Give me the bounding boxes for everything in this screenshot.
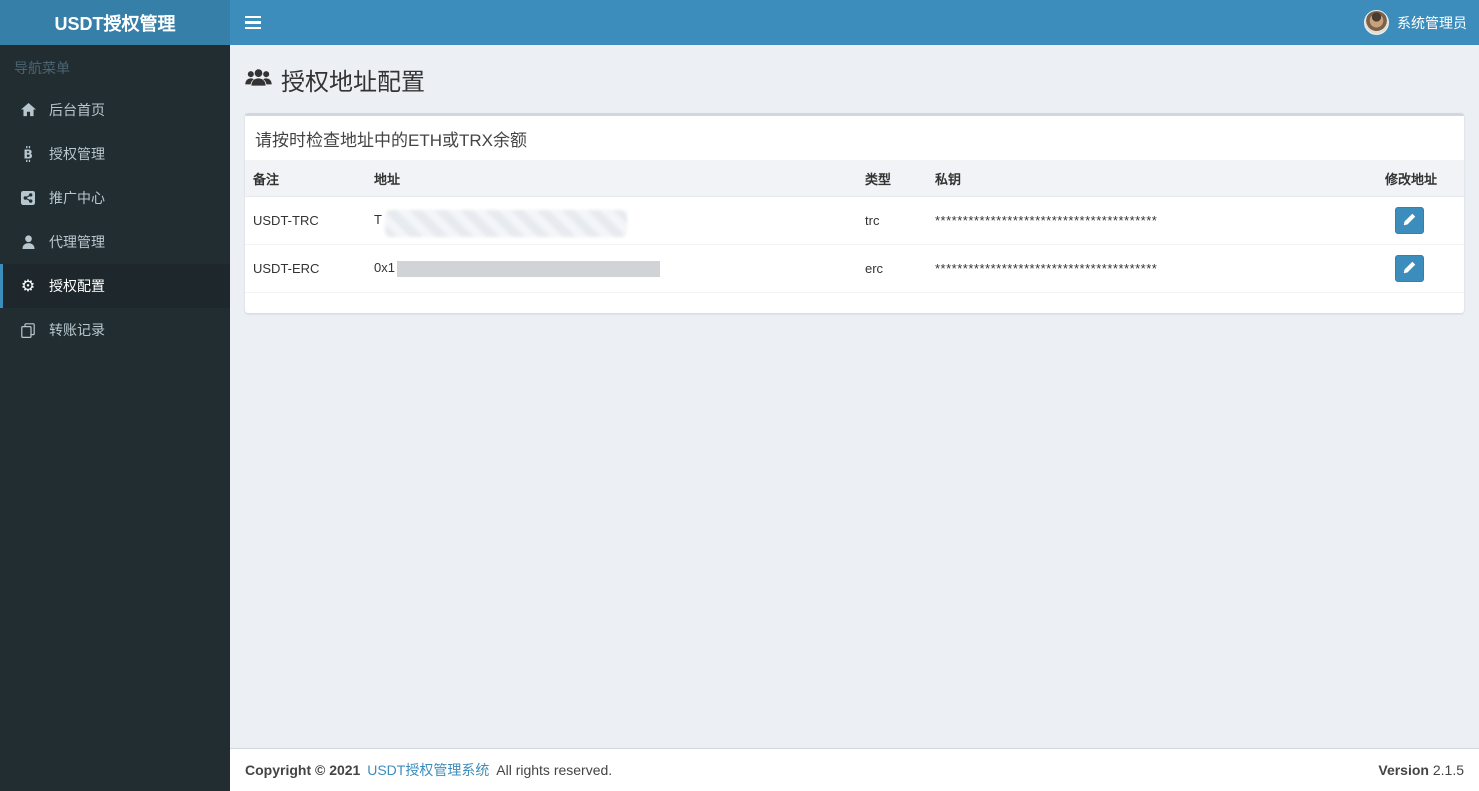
user-icon — [17, 235, 39, 249]
pencil-icon — [1403, 213, 1416, 229]
page-title-text: 授权地址配置 — [281, 69, 425, 96]
share-square-icon — [17, 191, 39, 205]
content-header: 授权地址配置 — [230, 45, 1479, 97]
table-row: USDT-TRC T trc *************************… — [245, 196, 1464, 245]
column-remark: 备注 — [245, 161, 366, 197]
sidebar-menu: 后台首页 B 授权管理 推广中心 代理管理 ⚙ 授权配置 转账记录 — [0, 88, 230, 352]
content-body: 请按时检查地址中的ETH或TRX余额 备注 地址 类型 私钥 修改地址 USDT… — [230, 97, 1479, 329]
app-logo-text: USDT授权管理 — [54, 13, 176, 34]
edit-address-button[interactable] — [1395, 255, 1424, 282]
user-menu[interactable]: 系统管理员 — [1352, 0, 1479, 45]
panel-header: 请按时检查地址中的ETH或TRX余额 — [245, 116, 1464, 161]
sidebar-item-label: 后台首页 — [49, 102, 105, 118]
bitcoin-icon: B — [17, 146, 39, 162]
private-key-cell: **************************************** — [927, 244, 1377, 293]
content-wrapper: 授权地址配置 请按时检查地址中的ETH或TRX余额 备注 地址 类型 私钥 修改… — [230, 45, 1479, 748]
sidebar-item-auth-manage[interactable]: B 授权管理 — [0, 132, 230, 176]
redacted-address — [396, 260, 660, 277]
remark-cell: USDT-TRC — [245, 196, 366, 245]
main-header: USDT授权管理 系统管理员 — [0, 0, 1479, 45]
sidebar-toggle-button[interactable] — [230, 0, 276, 45]
address-cell: T — [366, 196, 857, 245]
sidebar-section-label: 导航菜单 — [14, 60, 70, 76]
rights-text: All rights reserved. — [496, 762, 613, 778]
action-cell — [1377, 196, 1464, 245]
type-cell: erc — [857, 244, 927, 293]
address-table: 备注 地址 类型 私钥 修改地址 USDT-TRC T trc ********… — [245, 161, 1464, 293]
sidebar-item-label: 授权管理 — [49, 146, 105, 162]
sidebar-item-agent-manage[interactable]: 代理管理 — [0, 220, 230, 264]
svg-text:B: B — [23, 147, 33, 162]
sidebar-item-label: 推广中心 — [49, 190, 105, 206]
user-avatar — [1364, 10, 1389, 35]
action-cell — [1377, 244, 1464, 293]
address-prefix: 0x1 — [374, 260, 395, 276]
table-row: USDT-ERC 0x1 erc ***********************… — [245, 244, 1464, 293]
sidebar-item-label: 代理管理 — [49, 234, 105, 250]
sidebar-item-label: 授权配置 — [49, 278, 105, 294]
top-navbar: 系统管理员 — [230, 0, 1479, 45]
hamburger-icon — [245, 15, 261, 19]
sidebar-item-auth-config[interactable]: ⚙ 授权配置 — [0, 264, 230, 308]
version-value: 2.1.5 — [1432, 762, 1464, 778]
pencil-icon — [1403, 261, 1416, 277]
footer-copyright: Copyright © 2021 USDT授权管理系统 All rights r… — [245, 760, 615, 780]
sidebar-item-dashboard[interactable]: 后台首页 — [0, 88, 230, 132]
remark-cell: USDT-ERC — [245, 244, 366, 293]
user-name: 系统管理员 — [1397, 14, 1467, 31]
sidebar-item-label: 转账记录 — [49, 322, 105, 338]
address-config-panel: 请按时检查地址中的ETH或TRX余额 备注 地址 类型 私钥 修改地址 USDT… — [245, 113, 1464, 313]
copy-icon — [17, 322, 39, 338]
table-header-row: 备注 地址 类型 私钥 修改地址 — [245, 161, 1464, 197]
column-edit-address: 修改地址 — [1377, 161, 1464, 197]
home-icon — [17, 103, 39, 117]
column-private-key: 私钥 — [927, 161, 1377, 197]
copyright-text: Copyright © 2021 — [245, 762, 361, 778]
sidebar: 导航菜单 后台首页 B 授权管理 推广中心 代理管理 ⚙ 授权配置 转账记录 — [0, 45, 230, 791]
app-logo[interactable]: USDT授权管理 — [0, 0, 230, 45]
footer-version: Version 2.1.5 — [1378, 762, 1464, 778]
column-address: 地址 — [366, 161, 857, 197]
page-title: 授权地址配置 — [245, 62, 1464, 97]
brand-link[interactable]: USDT授权管理系统 — [367, 762, 489, 778]
type-cell: trc — [857, 196, 927, 245]
sidebar-item-transfer-records[interactable]: 转账记录 — [0, 308, 230, 352]
address-prefix: T — [374, 211, 382, 227]
gear-icon: ⚙ — [20, 276, 36, 295]
sidebar-item-promotion[interactable]: 推广中心 — [0, 176, 230, 220]
edit-address-button[interactable] — [1395, 207, 1424, 234]
private-key-cell: **************************************** — [927, 196, 1377, 245]
main-footer: Copyright © 2021 USDT授权管理系统 All rights r… — [230, 748, 1479, 791]
users-icon — [245, 66, 272, 94]
version-label: Version — [1378, 762, 1429, 778]
address-cell: 0x1 — [366, 244, 857, 293]
column-type: 类型 — [857, 161, 927, 197]
redacted-address — [384, 210, 627, 237]
